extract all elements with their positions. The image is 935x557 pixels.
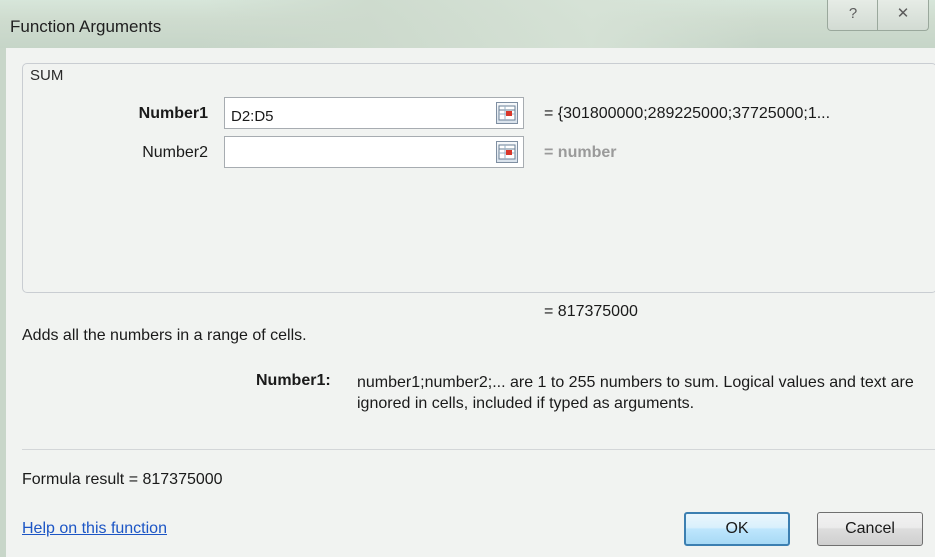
number1-range-select-button[interactable]	[496, 102, 518, 124]
close-icon: ✕	[896, 5, 910, 22]
close-button[interactable]: ✕	[877, 0, 929, 31]
cancel-button[interactable]: Cancel	[817, 512, 923, 546]
number2-label: Number2	[142, 144, 208, 161]
range-select-icon	[498, 105, 516, 121]
help-on-function-link[interactable]: Help on this function	[22, 520, 167, 538]
function-description: Adds all the numbers in a range of cells…	[22, 327, 307, 344]
argument-help-label: Number1:	[256, 372, 331, 389]
help-button[interactable]: ?	[827, 0, 879, 31]
help-icon: ?	[848, 5, 858, 22]
formula-result: Formula result = 817375000	[22, 471, 223, 488]
number2-input[interactable]	[224, 136, 524, 168]
title-bar-glass	[200, 0, 760, 48]
argument-help-text: number1;number2;... are 1 to 255 numbers…	[357, 374, 914, 412]
number1-input[interactable]	[224, 97, 524, 129]
dialog-title: Function Arguments	[10, 17, 162, 36]
ok-button[interactable]: OK	[684, 512, 790, 546]
divider	[22, 449, 935, 450]
number1-value: = {301800000;289225000;37725000;1...	[544, 105, 831, 122]
title-buttons: ? ✕	[827, 0, 931, 32]
function-name: SUM	[30, 67, 64, 84]
number1-label: Number1	[138, 105, 208, 122]
range-select-icon	[498, 144, 516, 160]
title-bar: Function Arguments ? ✕	[0, 0, 935, 48]
number2-value: = number	[544, 144, 617, 161]
number2-range-select-button[interactable]	[496, 141, 518, 163]
function-result: = 817375000	[544, 303, 638, 320]
